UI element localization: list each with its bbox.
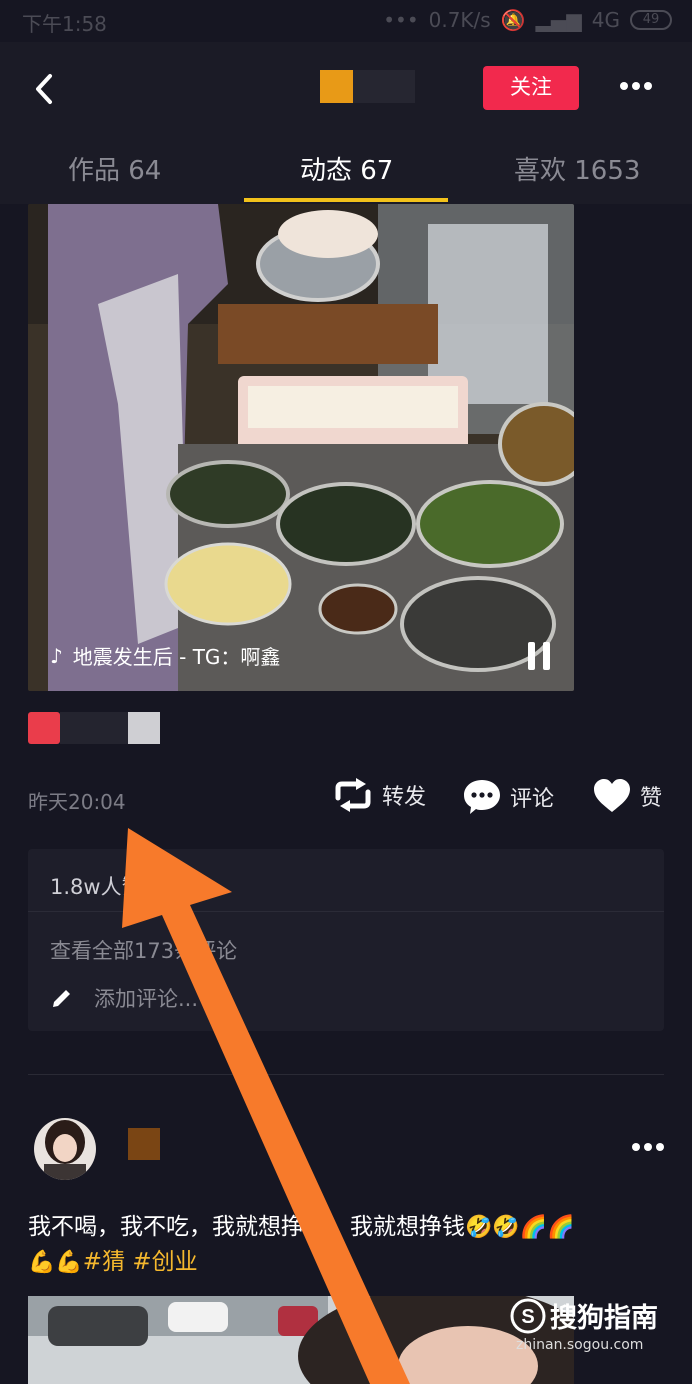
video-player[interactable]: ♪ 地震发生后 - TG：啊鑫 (28, 204, 574, 691)
post-emojis-2: 💪💪 (28, 1250, 83, 1275)
sogou-logo-icon: S (510, 1298, 546, 1333)
profile-name-redacted (353, 70, 415, 103)
comment-button[interactable]: 评论 (462, 778, 554, 816)
like-label: 赞 (640, 786, 663, 811)
mute-icon: 🔕 (500, 8, 526, 32)
video-caption: ♪ 地震发生后 - TG：啊鑫 (50, 641, 280, 670)
poi-name-redacted (60, 712, 128, 744)
likes-count[interactable]: 1.8w人赞 (50, 871, 143, 901)
comment-icon (464, 780, 500, 814)
tab-works[interactable]: 作品 64 (68, 150, 161, 187)
hashtag-link[interactable]: #创业 (132, 1249, 197, 1275)
add-comment-input[interactable]: 添加评论... (50, 983, 198, 1013)
profile-tabs: 作品 64 动态 67 喜欢 1653 (0, 136, 692, 204)
poi-tag[interactable] (28, 712, 160, 744)
user-avatar[interactable] (34, 1118, 96, 1180)
hashtag-link[interactable]: #猜 (83, 1249, 125, 1275)
divider (28, 911, 664, 912)
video-frame (28, 204, 574, 691)
user-name-redacted[interactable] (128, 1128, 160, 1160)
svg-text:S: S (521, 1306, 534, 1328)
network-type: 4G (591, 8, 620, 32)
comment-label: 评论 (510, 787, 555, 812)
top-bar: 关注 (0, 42, 692, 136)
status-bar: 下午1:58 ••• 0.7K/s 🔕 ▂▄▆ 4G 49 (0, 0, 692, 42)
avatar-image (34, 1118, 96, 1180)
post-body: 我不喝，我不吃，我就想挣钱，我就想挣钱 (28, 1214, 465, 1240)
post-text: 我不喝，我不吃，我就想挣钱，我就想挣钱🤣🤣🌈🌈 💪💪#猜 #创业 (28, 1210, 668, 1280)
food-icon (28, 712, 60, 744)
post-time: 昨天20:04 (28, 790, 126, 814)
video-caption-text: 地震发生后 - TG：啊鑫 (72, 645, 281, 669)
status-icons: ••• 0.7K/s 🔕 ▂▄▆ 4G 49 (383, 8, 672, 32)
more-dots-icon: ••• (383, 8, 419, 32)
pencil-icon (53, 990, 70, 1007)
signal-icon: ▂▄▆ (535, 8, 582, 32)
back-icon[interactable] (30, 72, 58, 106)
tab-likes[interactable]: 喜欢 1653 (514, 150, 640, 187)
watermark-brand: 搜狗指南 (550, 1303, 658, 1334)
tiktok-logo-icon: ♪ (50, 643, 63, 668)
thumbnail-image (28, 1296, 574, 1384)
watermark-url: zhinan.sogou.com (516, 1337, 644, 1353)
heart-icon (594, 779, 630, 812)
status-time: 下午1:58 (22, 12, 107, 36)
tab-activity[interactable]: 动态 67 (300, 150, 393, 187)
post-emojis: 🤣🤣🌈🌈 (465, 1215, 575, 1240)
post-thumbnail[interactable] (28, 1296, 574, 1384)
repost-button[interactable]: 转发 (332, 778, 426, 812)
follow-button[interactable]: 关注 (483, 66, 579, 110)
sogou-watermark: S 搜狗指南 zhinan.sogou.com (510, 1296, 680, 1362)
post-more-icon[interactable] (632, 1143, 664, 1153)
poi-extra-redacted (128, 712, 160, 744)
post-divider (28, 1074, 664, 1075)
comment-panel: 1.8w人赞 查看全部173条评论 添加评论... (28, 849, 664, 1031)
repost-label: 转发 (382, 785, 427, 810)
pause-icon[interactable] (528, 642, 550, 670)
more-options-icon[interactable] (620, 82, 652, 94)
net-speed: 0.7K/s (428, 8, 491, 32)
add-comment-placeholder: 添加评论... (94, 987, 199, 1011)
active-tab-indicator (244, 198, 448, 202)
repost-icon (335, 778, 371, 812)
like-button[interactable]: 赞 (592, 778, 662, 814)
profile-avatar (320, 70, 353, 103)
view-all-comments-link[interactable]: 查看全部173条评论 (50, 935, 237, 965)
battery-icon: 49 (630, 10, 672, 30)
